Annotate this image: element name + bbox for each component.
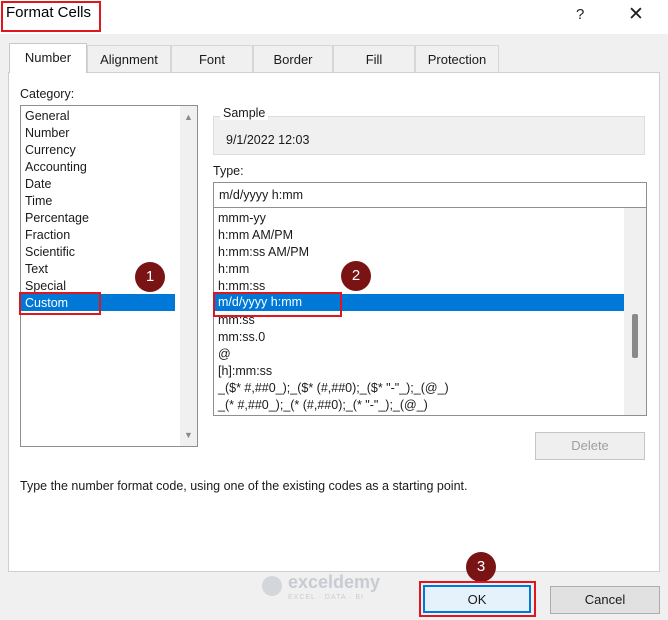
category-item-percentage[interactable]: Percentage [25, 210, 89, 227]
tab-protection[interactable]: Protection [415, 45, 499, 72]
type-label: Type: [213, 164, 244, 178]
tab-border[interactable]: Border [253, 45, 333, 72]
format-item[interactable]: [h]:mm:ss [218, 363, 272, 380]
format-item[interactable]: mm:ss.0 [218, 329, 265, 346]
tab-fill[interactable]: Fill [333, 45, 415, 72]
exceldemy-logo-icon [262, 576, 282, 596]
cancel-button[interactable]: Cancel [550, 586, 660, 614]
type-input[interactable] [213, 182, 647, 208]
sample-value: 9/1/2022 12:03 [226, 133, 310, 147]
step-badge-1: 1 [135, 262, 165, 292]
format-item[interactable]: mmm-yy [218, 210, 266, 227]
category-label: Category: [20, 87, 75, 101]
format-item[interactable]: h:mm [218, 261, 249, 278]
tab-alignment[interactable]: Alignment [87, 45, 171, 72]
watermark-tagline: EXCEL · DATA · BI [288, 594, 364, 601]
category-item-scientific[interactable]: Scientific [25, 244, 75, 261]
category-item-currency[interactable]: Currency [25, 142, 76, 159]
close-icon[interactable]: ✕ [628, 3, 644, 26]
format-item[interactable]: _($* #,##0_);_($* (#,##0);_($* "-"_);_(@… [218, 380, 449, 397]
scroll-up-icon[interactable]: ▲ [184, 112, 193, 122]
custom-highlight-box [19, 292, 101, 315]
delete-button[interactable]: Delete [535, 432, 645, 460]
category-item-fraction[interactable]: Fraction [25, 227, 70, 244]
watermark-name: exceldemy [288, 572, 381, 592]
category-item-accounting[interactable]: Accounting [25, 159, 87, 176]
sample-label: Sample [220, 106, 269, 120]
format-item[interactable]: h:mm:ss AM/PM [218, 244, 309, 261]
scroll-thumb[interactable] [632, 314, 638, 358]
category-item-time[interactable]: Time [25, 193, 52, 210]
category-item-date[interactable]: Date [25, 176, 51, 193]
format-list-scrollbar[interactable] [624, 208, 646, 415]
ok-highlight-box [419, 581, 536, 617]
format-item[interactable]: _(* #,##0_);_(* (#,##0);_(* "-"_);_(@_) [218, 397, 428, 414]
format-item[interactable]: @ [218, 346, 231, 363]
help-icon[interactable]: ? [576, 6, 584, 23]
format-highlight-box [213, 292, 342, 317]
category-scrollbar[interactable]: ▲ ▼ [180, 106, 197, 446]
tab-number[interactable]: Number [9, 43, 87, 73]
step-badge-2: 2 [341, 261, 371, 291]
category-item-general[interactable]: General [25, 108, 69, 125]
format-item[interactable]: h:mm AM/PM [218, 227, 293, 244]
step-badge-3: 3 [466, 552, 496, 582]
tab-font[interactable]: Font [171, 45, 253, 72]
scroll-down-icon[interactable]: ▼ [184, 430, 193, 440]
help-description: Type the number format code, using one o… [20, 479, 468, 493]
category-item-text[interactable]: Text [25, 261, 48, 278]
title-highlight-box [1, 1, 101, 32]
title-bar: Format Cells ? ✕ [0, 0, 668, 34]
category-item-number[interactable]: Number [25, 125, 69, 142]
